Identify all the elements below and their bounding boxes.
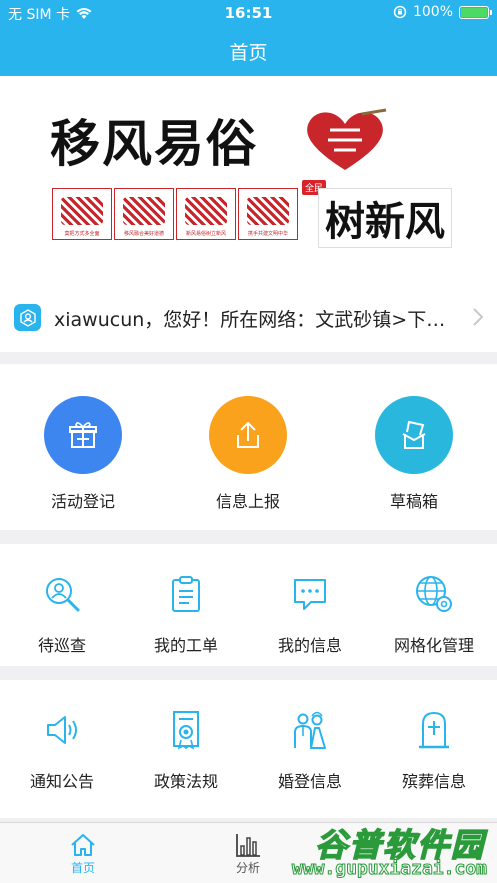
battery-percent: 100%	[412, 4, 453, 20]
my-work-orders-label: 我的工单	[153, 636, 218, 655]
grid-management-button[interactable]: 网格化管理	[374, 572, 494, 656]
grid-management-label: 网格化管理	[393, 636, 474, 655]
tab-home[interactable]: 首页	[21, 831, 145, 876]
funeral-info-button[interactable]: 殡葬信息	[374, 708, 494, 792]
activity-register-button[interactable]: 活动登记	[33, 396, 133, 512]
my-messages-label: 我的信息	[277, 636, 342, 655]
function-grid-row2: 通知公告 政策法规 婚登信息 殡葬信息	[0, 680, 497, 818]
notice-announcements-label: 通知公告	[29, 772, 94, 791]
page-title: 首页	[229, 41, 268, 64]
activity-register-label: 活动登记	[50, 492, 115, 511]
status-right: 100%	[393, 4, 492, 20]
policies-regulations-button[interactable]: 政策法规	[126, 708, 246, 792]
battery-icon	[459, 5, 492, 19]
info-report-label: 信息上报	[215, 492, 280, 511]
drafts-label: 草稿箱	[389, 492, 438, 511]
info-report-button[interactable]: 信息上报	[198, 396, 298, 512]
heart-papercut-icon	[307, 108, 387, 170]
banner-image[interactable]: 移风易俗 莫把方式多全面 移风融合美好道德 新风易俗树立新风 携手共建文明中华 …	[0, 76, 497, 282]
banner-subtitle: 树新风	[318, 188, 452, 248]
pending-patrol-button[interactable]: 待巡查	[2, 572, 122, 656]
papercut-strip: 莫把方式多全面 移风融合美好道德 新风易俗树立新风 携手共建文明中华	[52, 188, 298, 240]
policies-regulations-label: 政策法规	[153, 772, 218, 791]
message-icon	[288, 572, 332, 616]
user-notice-bar[interactable]: xiawucun，您好！所在网络：文武砂镇>下…	[0, 282, 497, 352]
my-work-orders-button[interactable]: 我的工单	[126, 572, 246, 656]
tab-analysis-label: 分析	[235, 861, 260, 875]
gift-icon	[44, 396, 122, 474]
tab-analysis[interactable]: 分析	[186, 831, 310, 876]
bar-chart-icon	[186, 831, 310, 859]
papercut-panel: 携手共建文明中华	[238, 188, 298, 240]
funeral-info-label: 殡葬信息	[401, 772, 466, 791]
my-messages-button[interactable]: 我的信息	[250, 572, 370, 656]
tab-home-label: 首页	[70, 861, 95, 875]
primary-actions-section: 活动登记 信息上报 草稿箱	[0, 364, 497, 530]
globe-gear-icon	[412, 572, 456, 616]
wedding-couple-icon	[288, 708, 332, 752]
notice-announcements-button[interactable]: 通知公告	[2, 708, 122, 792]
chevron-right-icon	[473, 308, 483, 326]
status-bar: 无 SIM 卡 16:51 100%	[0, 0, 497, 26]
clipboard-icon	[164, 572, 208, 616]
user-greeting: xiawucun，您好！所在网络：文武砂镇>下…	[54, 309, 446, 331]
draft-box-icon	[375, 396, 453, 474]
marriage-registration-button[interactable]: 婚登信息	[250, 708, 370, 792]
speaker-icon	[40, 708, 84, 752]
tombstone-icon	[412, 708, 456, 752]
papercut-panel: 莫把方式多全面	[52, 188, 112, 240]
orientation-lock-icon	[393, 5, 407, 19]
drafts-button[interactable]: 草稿箱	[364, 396, 464, 512]
papercut-panel: 移风融合美好道德	[114, 188, 174, 240]
patrol-search-icon	[40, 572, 84, 616]
banner-title: 移风易俗	[50, 114, 258, 173]
certificate-icon	[164, 708, 208, 752]
pending-patrol-label: 待巡查	[37, 636, 86, 655]
upload-icon	[209, 396, 287, 474]
papercut-panel: 新风易俗树立新风	[176, 188, 236, 240]
tab-bar: 首页 分析	[0, 822, 497, 883]
nav-bar: 首页	[0, 26, 497, 76]
home-icon	[21, 831, 145, 859]
location-user-icon	[14, 304, 41, 331]
function-grid-row1: 待巡查 我的工单 我的信息 网格化管理	[0, 544, 497, 666]
marriage-registration-label: 婚登信息	[277, 772, 342, 791]
